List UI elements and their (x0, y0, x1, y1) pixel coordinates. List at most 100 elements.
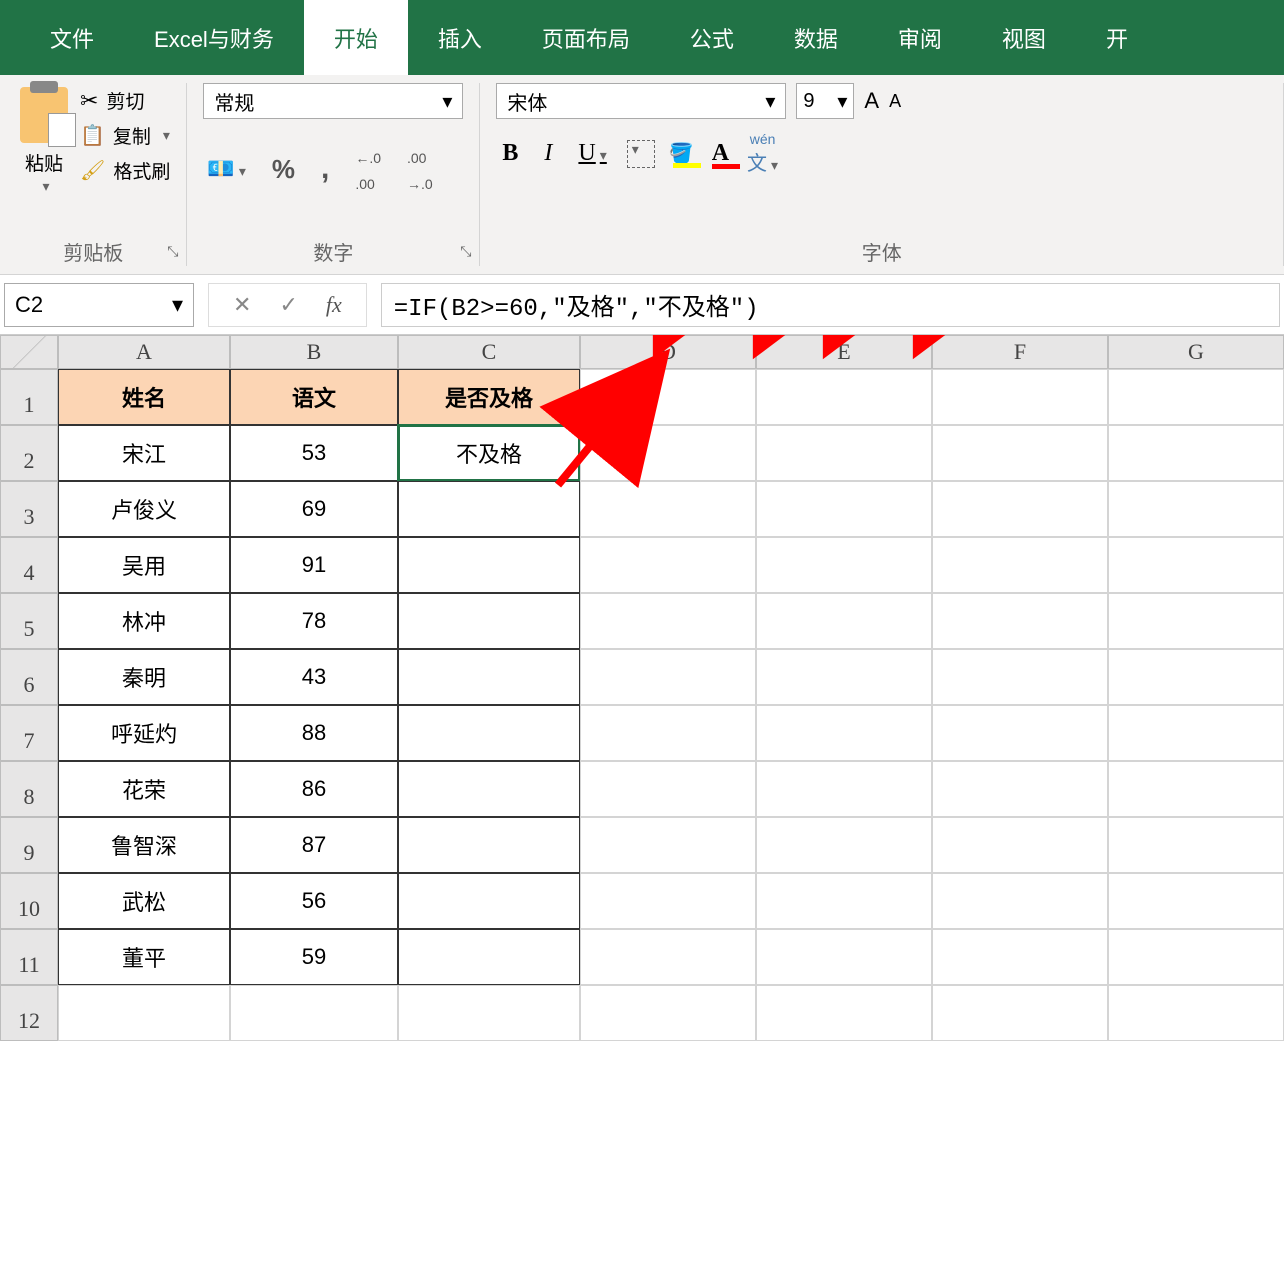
cell[interactable] (580, 817, 756, 873)
cell[interactable] (756, 817, 932, 873)
cell[interactable]: 是否及格 (398, 369, 580, 425)
column-header[interactable]: A (58, 335, 230, 369)
cell[interactable] (580, 649, 756, 705)
increase-decimal-button[interactable] (351, 139, 385, 199)
cell[interactable] (1108, 649, 1284, 705)
row-header[interactable]: 8 (0, 761, 58, 817)
cell[interactable]: 武松 (58, 873, 230, 929)
tab-view[interactable]: 视图 (972, 0, 1076, 75)
cell[interactable]: 董平 (58, 929, 230, 985)
cell[interactable]: 69 (230, 481, 398, 537)
cell[interactable] (398, 873, 580, 929)
phonetic-button[interactable]: wén文 (747, 131, 778, 176)
clipboard-launcher[interactable]: ⤡ (167, 243, 178, 260)
column-header[interactable]: F (932, 335, 1108, 369)
cell[interactable] (1108, 705, 1284, 761)
cell[interactable]: 87 (230, 817, 398, 873)
tab-home[interactable]: 开始 (304, 0, 408, 75)
row-header[interactable]: 5 (0, 593, 58, 649)
cell[interactable] (756, 761, 932, 817)
accept-formula-button[interactable]: ✓ (269, 292, 307, 318)
fx-button[interactable]: fx (316, 292, 352, 318)
cell[interactable] (932, 593, 1108, 649)
column-header[interactable]: D (580, 335, 756, 369)
column-header[interactable]: C (398, 335, 580, 369)
comma-button[interactable]: , (317, 148, 333, 190)
row-header[interactable]: 3 (0, 481, 58, 537)
font-color-button[interactable]: A (708, 140, 733, 167)
cut-button[interactable]: 剪切 (80, 87, 170, 114)
cell[interactable]: 88 (230, 705, 398, 761)
tab-developer[interactable]: 开 (1076, 0, 1158, 75)
cell[interactable] (580, 537, 756, 593)
cell[interactable] (756, 873, 932, 929)
cell[interactable] (398, 929, 580, 985)
cell[interactable]: 56 (230, 873, 398, 929)
tab-data[interactable]: 数据 (764, 0, 868, 75)
row-header[interactable]: 7 (0, 705, 58, 761)
cell[interactable] (932, 481, 1108, 537)
cell[interactable] (398, 649, 580, 705)
cell[interactable] (756, 537, 932, 593)
cell[interactable] (1108, 425, 1284, 481)
cell[interactable] (230, 985, 398, 1041)
cell[interactable] (756, 369, 932, 425)
underline-button[interactable]: U (572, 138, 612, 169)
row-header[interactable]: 2 (0, 425, 58, 481)
currency-button[interactable] (203, 152, 249, 186)
paste-button[interactable]: 粘贴 (16, 83, 72, 200)
cancel-formula-button[interactable]: ✕ (223, 292, 261, 318)
cell[interactable] (756, 929, 932, 985)
cell[interactable] (1108, 873, 1284, 929)
tab-review[interactable]: 审阅 (868, 0, 972, 75)
tab-insert[interactable]: 插入 (408, 0, 512, 75)
cell[interactable] (398, 537, 580, 593)
cell[interactable]: 林冲 (58, 593, 230, 649)
cell[interactable] (580, 705, 756, 761)
cell[interactable] (1108, 929, 1284, 985)
percent-button[interactable]: % (268, 150, 299, 189)
cell[interactable]: 43 (230, 649, 398, 705)
cell[interactable]: 花荣 (58, 761, 230, 817)
cell[interactable] (932, 929, 1108, 985)
shrink-font-button[interactable]: A (889, 91, 901, 112)
tab-formulas[interactable]: 公式 (660, 0, 764, 75)
cell[interactable]: 卢俊义 (58, 481, 230, 537)
cell[interactable] (1108, 537, 1284, 593)
cell[interactable] (932, 817, 1108, 873)
cell[interactable] (932, 873, 1108, 929)
row-header[interactable]: 12 (0, 985, 58, 1041)
column-header[interactable]: G (1108, 335, 1284, 369)
select-all-corner[interactable] (0, 335, 58, 369)
cell[interactable] (580, 761, 756, 817)
cell[interactable] (580, 873, 756, 929)
cell[interactable] (580, 481, 756, 537)
cell[interactable] (1108, 817, 1284, 873)
cell[interactable]: 姓名 (58, 369, 230, 425)
cell[interactable] (932, 705, 1108, 761)
cell[interactable]: 78 (230, 593, 398, 649)
number-format-select[interactable]: 常规 ▾ (203, 83, 463, 119)
row-header[interactable]: 9 (0, 817, 58, 873)
cell[interactable] (1108, 481, 1284, 537)
cell[interactable] (932, 649, 1108, 705)
cell[interactable] (756, 985, 932, 1041)
cell[interactable] (756, 649, 932, 705)
row-header[interactable]: 4 (0, 537, 58, 593)
paste-dropdown[interactable] (38, 178, 49, 196)
border-button[interactable] (627, 140, 655, 168)
cell[interactable] (398, 705, 580, 761)
font-size-select[interactable]: 9 ▾ (796, 83, 854, 119)
cell[interactable]: 53 (230, 425, 398, 481)
bold-button[interactable]: B (496, 138, 524, 169)
number-launcher[interactable]: ⤡ (460, 243, 471, 260)
cell[interactable] (580, 929, 756, 985)
formula-input[interactable]: =IF(B2>=60,"及格","不及格") (381, 283, 1280, 327)
italic-button[interactable]: I (538, 138, 558, 169)
cell[interactable] (398, 761, 580, 817)
cell[interactable] (1108, 761, 1284, 817)
cell[interactable] (580, 593, 756, 649)
cell[interactable] (932, 369, 1108, 425)
cell[interactable]: 86 (230, 761, 398, 817)
cell[interactable] (580, 985, 756, 1041)
